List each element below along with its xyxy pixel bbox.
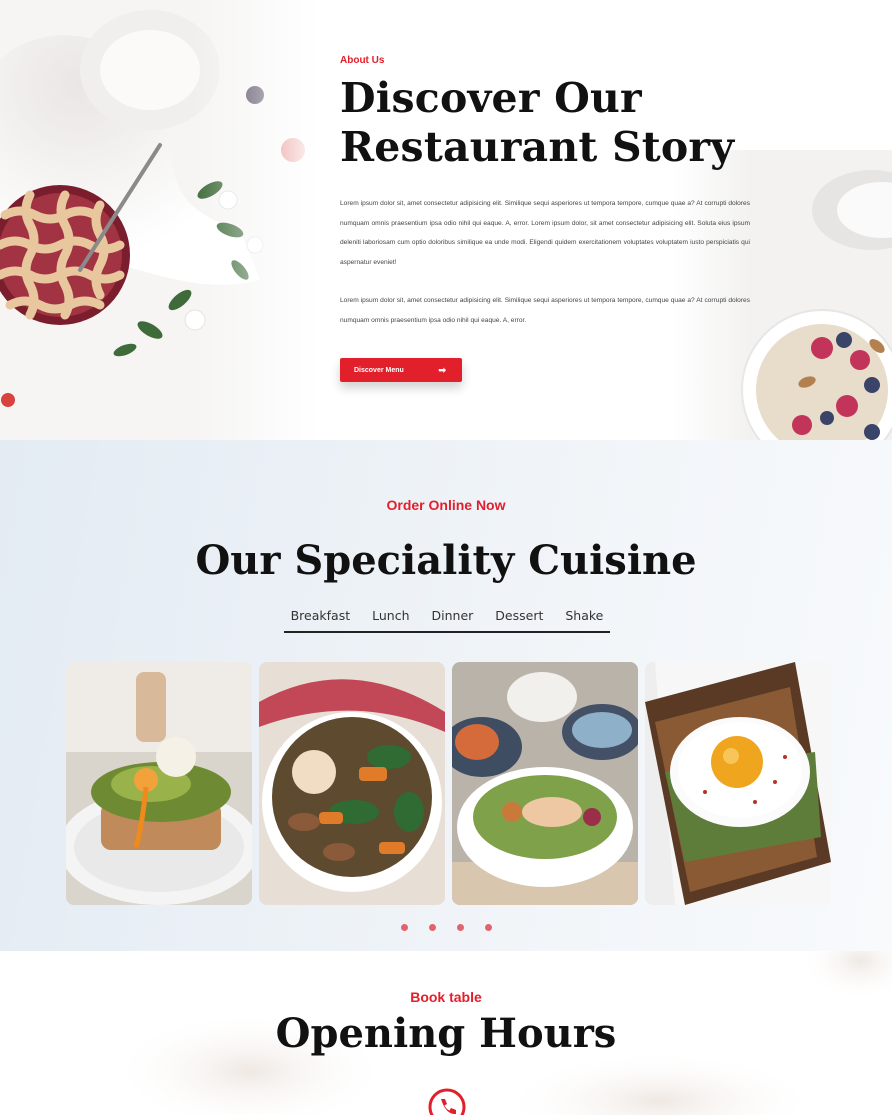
cuisine-card-egg-toast[interactable] (645, 662, 831, 905)
salad-bowl-photo (452, 662, 638, 905)
arrow-right-icon: ➡ (438, 364, 446, 375)
tab-dessert[interactable]: Dessert (484, 607, 554, 627)
cuisine-carousel (66, 662, 831, 905)
carousel-dot-3[interactable] (456, 924, 464, 931)
discover-menu-label: Discover Menu (354, 366, 404, 374)
cuisine-card-vegetable-bowl[interactable] (259, 662, 445, 905)
speciality-eyebrow: Order Online Now (386, 497, 506, 513)
about-section: About Us Discover Our Restaurant Story L… (0, 0, 892, 440)
speciality-title: Our Speciality Cuisine (195, 537, 697, 584)
carousel-dot-1[interactable] (400, 924, 408, 931)
cuisine-card-avocado-toast[interactable] (66, 662, 252, 905)
about-eyebrow: About Us (340, 55, 385, 66)
opening-hours-section: Book table Opening Hours (0, 951, 892, 1115)
tab-lunch[interactable]: Lunch (361, 607, 420, 627)
cuisine-card-salad-bowl[interactable] (452, 662, 638, 905)
speciality-section: Order Online Now Our Speciality Cuisine … (0, 440, 892, 951)
about-paragraph-2: Lorem ipsum dolor sit, amet consectetur … (340, 297, 750, 324)
tab-shake[interactable]: Shake (554, 607, 614, 627)
berry-pie-image (0, 0, 320, 440)
menu-tabs: Breakfast Lunch Dinner Dessert Shake (284, 607, 610, 633)
phone-icon (428, 1088, 466, 1115)
hours-eyebrow: Book table (410, 989, 482, 1005)
carousel-dot-2[interactable] (428, 924, 436, 931)
tab-dinner[interactable]: Dinner (421, 607, 485, 627)
about-content: About Us Discover Our Restaurant Story L… (340, 55, 750, 382)
about-title-line2: Restaurant Story (340, 123, 735, 171)
about-paragraph-1: Lorem ipsum dolor sit, amet consectetur … (340, 200, 750, 266)
avocado-toast-egg-photo (66, 662, 252, 905)
carousel-dot-4[interactable] (484, 924, 492, 931)
discover-menu-button[interactable]: Discover Menu ➡ (340, 358, 462, 382)
roasted-vegetable-bowl-photo (259, 662, 445, 905)
about-title: Discover Our Restaurant Story (340, 74, 750, 172)
fried-egg-toast-photo (645, 662, 831, 905)
hours-title: Opening Hours (275, 1010, 617, 1057)
about-title-line1: Discover Our (340, 74, 642, 122)
tab-breakfast[interactable]: Breakfast (280, 607, 362, 627)
carousel-dots (0, 924, 892, 931)
